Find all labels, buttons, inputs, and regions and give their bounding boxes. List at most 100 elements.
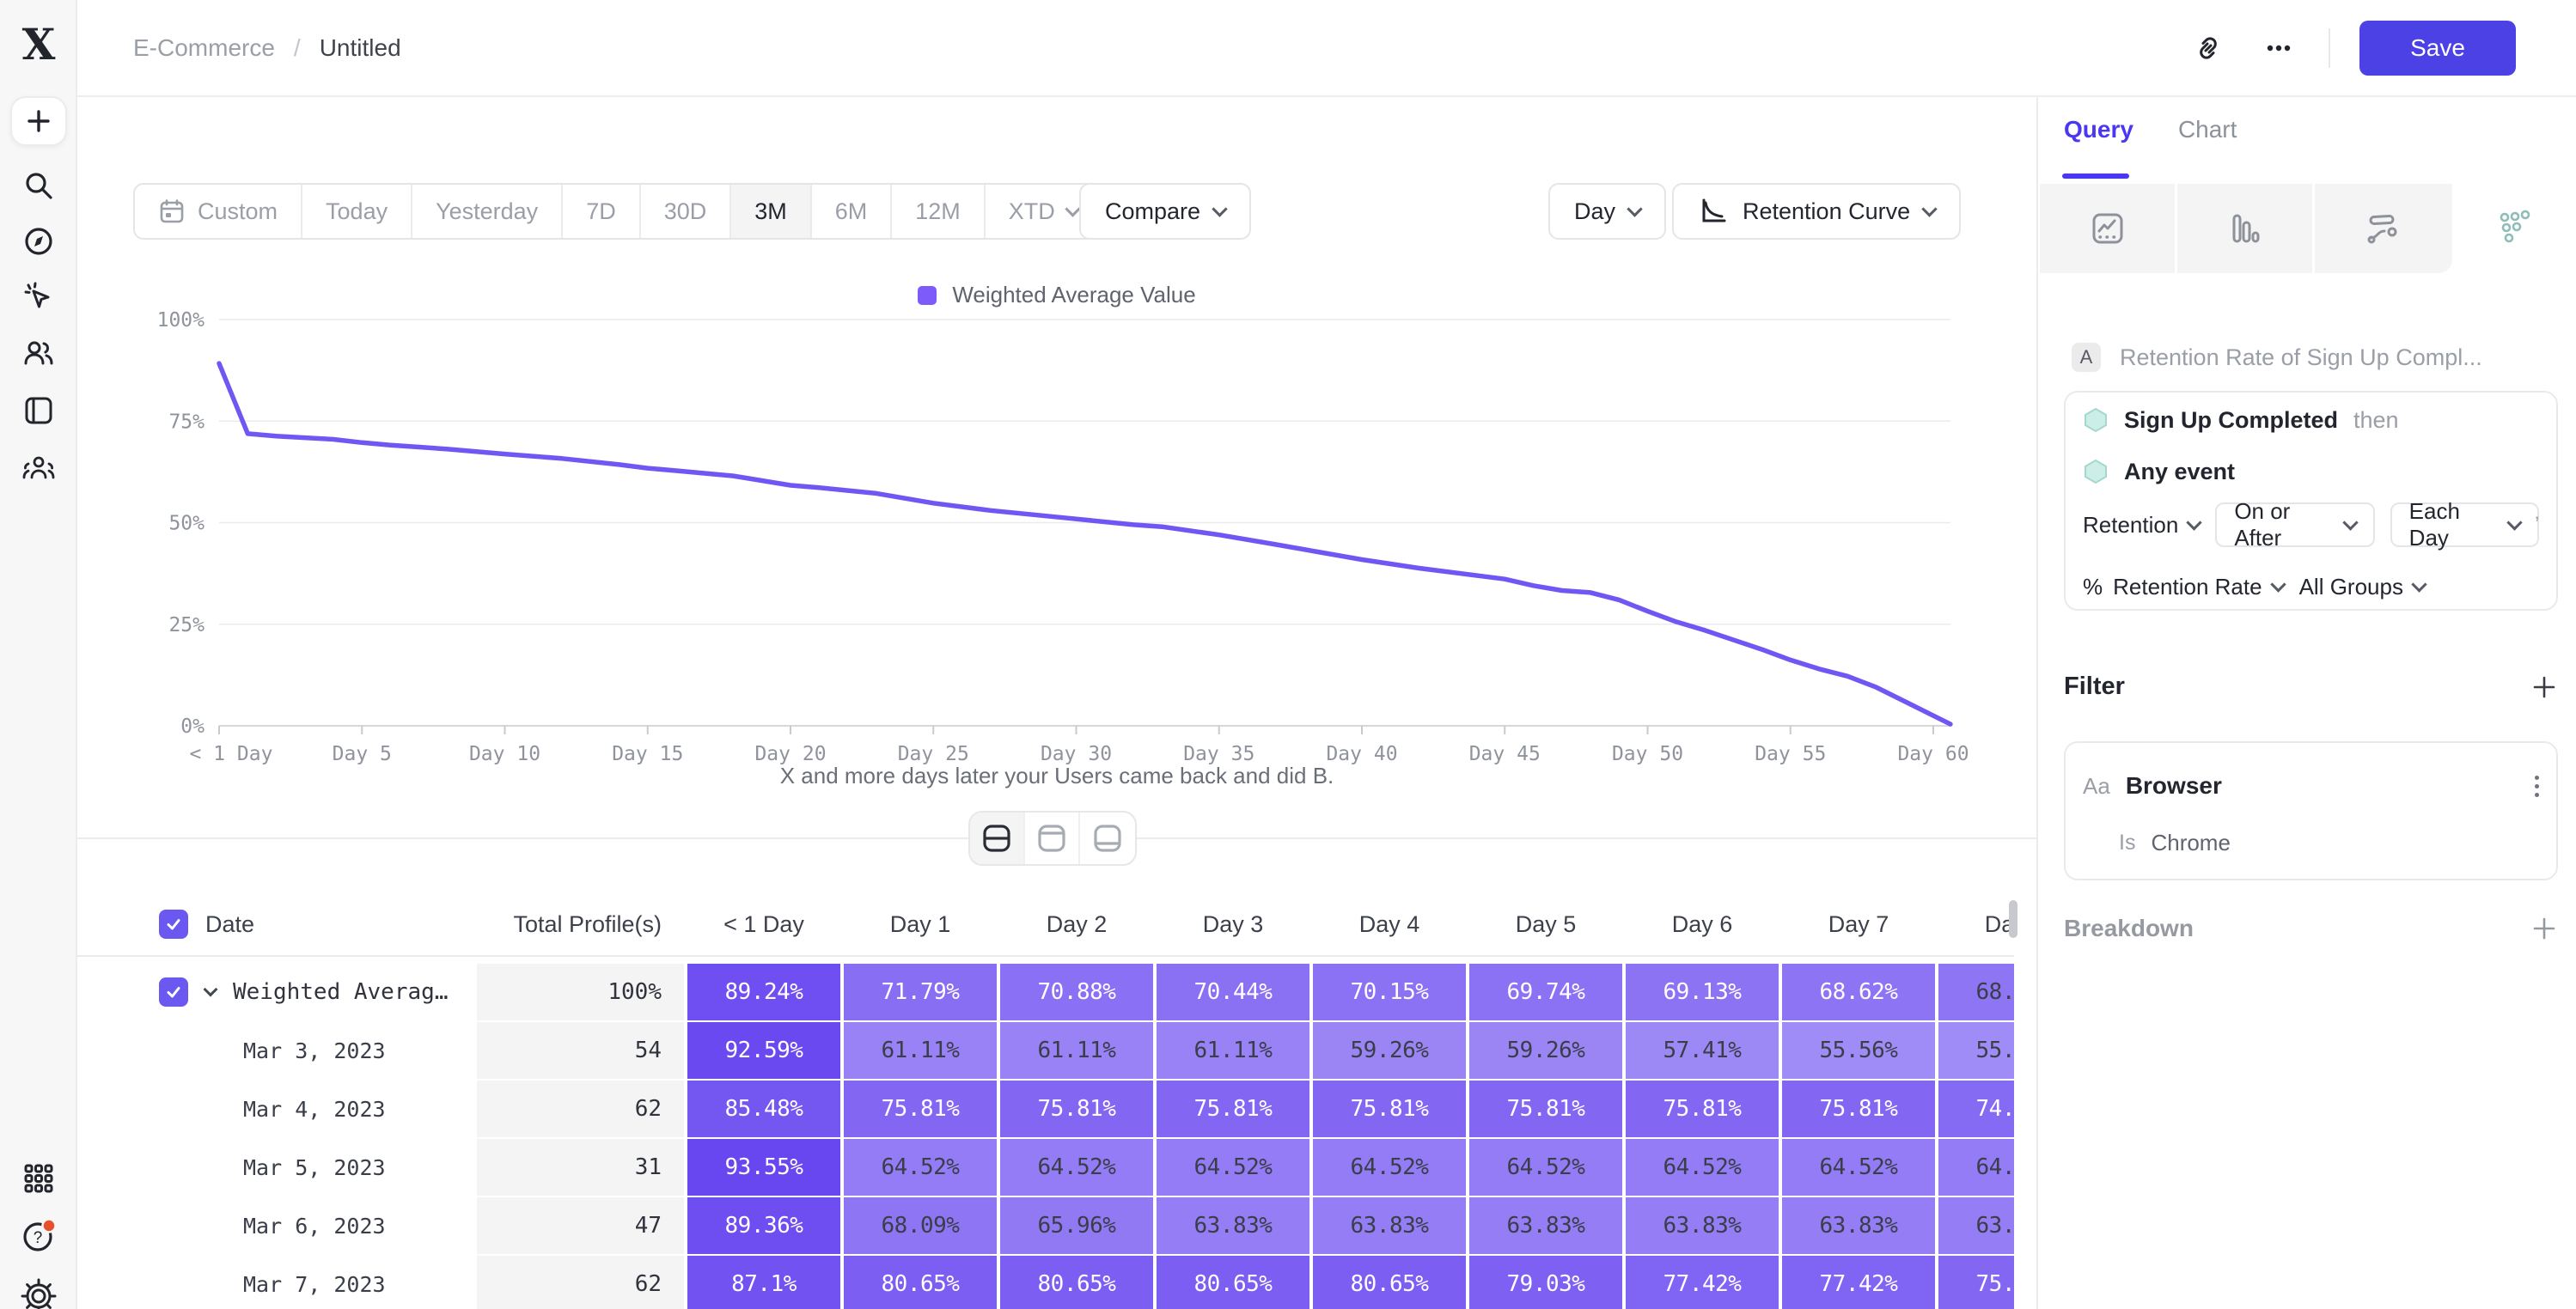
cohorts-group-icon[interactable] [0,450,77,488]
retention-value-cell[interactable]: 64.52% [1938,1139,2014,1196]
retention-value-cell[interactable]: 64.52% [1626,1139,1779,1196]
expand-chevron-icon[interactable] [204,983,218,997]
all-groups-dropdown[interactable]: All Groups [2299,574,2425,600]
table-row[interactable]: Mar 5, 20233193.55%64.52%64.52%64.52%64.… [77,1139,2014,1196]
retention-value-cell[interactable]: 80.65% [1000,1256,1153,1309]
help-icon[interactable]: ? [0,1215,77,1257]
row-checkbox[interactable] [159,977,188,1007]
retention-value-cell[interactable]: 75.81% [844,1081,997,1137]
table-row[interactable]: Mar 7, 20236287.1%80.65%80.65%80.65%80.6… [77,1256,2014,1309]
retention-value-cell[interactable]: 75.81% [1782,1081,1935,1137]
breadcrumb-page-title[interactable]: Untitled [320,34,401,62]
measure-dropdown[interactable]: % Retention Rate [2083,574,2284,600]
retention-value-cell[interactable]: 59.26% [1469,1022,1622,1079]
retention-value-cell[interactable]: 77.42% [1626,1256,1779,1309]
table-row[interactable]: Mar 4, 20236285.48%75.81%75.81%75.81%75.… [77,1081,2014,1137]
query-title[interactable]: Retention Rate of Sign Up Compl... [2120,344,2482,371]
retention-value-cell[interactable]: 77.42% [1782,1256,1935,1309]
retention-value-cell[interactable]: 63.83% [1313,1197,1466,1254]
retention-value-cell[interactable]: 64.52% [1157,1139,1309,1196]
filter-kebab-menu[interactable] [2535,776,2539,797]
retention-value-cell[interactable]: 75.81% [1313,1081,1466,1137]
table-only-view-button[interactable] [1080,813,1135,864]
explore-compass-icon[interactable] [0,222,77,260]
retention-value-cell[interactable]: 93.55% [687,1139,840,1196]
retention-value-cell[interactable]: 79.03% [1469,1256,1622,1309]
retention-dots-tab[interactable] [2452,184,2576,273]
retention-value-cell[interactable]: 75.81% [1626,1081,1779,1137]
retention-value-cell[interactable]: 68.09% [844,1197,997,1254]
event-2-name[interactable]: Any event [2124,459,2235,485]
users-icon[interactable] [0,335,77,373]
retention-value-cell[interactable]: 89.24% [687,964,840,1020]
insights-chart-tab[interactable] [2040,184,2177,273]
retention-value-cell[interactable]: 64.52% [844,1139,997,1196]
retention-value-cell[interactable]: 89.36% [687,1197,840,1254]
table-row[interactable]: Mar 6, 20234789.36%68.09%65.96%63.83%63.… [77,1197,2014,1254]
settings-gear-icon[interactable] [0,1276,77,1309]
retention-value-cell[interactable]: 64.52% [1782,1139,1935,1196]
search-icon[interactable] [0,167,77,204]
retention-value-cell[interactable]: 80.65% [1157,1256,1309,1309]
retention-value-cell[interactable]: 63.83% [1469,1197,1622,1254]
events-cursor-icon[interactable] [0,278,77,316]
add-filter-button[interactable] [2530,673,2558,701]
add-breakdown-button[interactable] [2530,915,2558,942]
retention-value-cell[interactable]: 65.96% [1000,1197,1153,1254]
retention-value-cell[interactable]: 63.83% [1938,1197,2014,1254]
table-row[interactable]: Weighted Average ...100%89.24%71.79%70.8… [77,964,2014,1020]
retention-value-cell[interactable]: 75.81% [1469,1081,1622,1137]
notebook-icon[interactable] [0,392,77,429]
table-scrollbar[interactable] [2009,900,2017,938]
retention-value-cell[interactable]: 75.81% [1000,1081,1153,1137]
filter-operator[interactable]: Is [2119,831,2135,855]
retention-value-cell[interactable]: 69.13% [1626,964,1779,1020]
retention-value-cell[interactable]: 55.56% [1782,1022,1935,1079]
chart-only-view-button[interactable] [1025,813,1080,864]
retention-value-cell[interactable]: 85.48% [687,1081,840,1137]
retention-value-cell[interactable]: 64.52% [1313,1139,1466,1196]
retention-mode-dropdown[interactable]: Retention [2083,512,2200,539]
split-view-button[interactable] [970,813,1025,864]
retention-value-cell[interactable]: 64.52% [1469,1139,1622,1196]
retention-value-cell[interactable]: 63.83% [1626,1197,1779,1254]
flow-sankey-tab[interactable] [2315,184,2452,273]
retention-value-cell[interactable]: 57.41% [1626,1022,1779,1079]
retention-value-cell[interactable]: 71.79% [844,964,997,1020]
retention-value-cell[interactable]: 75.81% [1157,1081,1309,1137]
funnel-bars-tab[interactable] [2177,184,2315,273]
tab-chart[interactable]: Chart [2178,116,2237,164]
on-or-after-dropdown[interactable]: On or After [2215,502,2374,547]
retention-value-cell[interactable]: 87.1% [687,1256,840,1309]
tab-query[interactable]: Query [2064,116,2133,164]
retention-value-cell[interactable]: 70.88% [1000,964,1153,1020]
retention-value-cell[interactable]: 61.11% [1000,1022,1153,1079]
create-new-button[interactable] [10,96,67,146]
filter-property-name[interactable]: Browser [2126,772,2222,800]
retention-value-cell[interactable]: 63.83% [1157,1197,1309,1254]
filter-value[interactable]: Chrome [2151,830,2230,856]
event-1-name[interactable]: Sign Up Completed [2124,407,2338,434]
retention-value-cell[interactable]: 61.11% [1157,1022,1309,1079]
retention-value-cell[interactable]: 61.11% [844,1022,997,1079]
save-button[interactable]: Save [2359,21,2516,76]
retention-value-cell[interactable]: 63.83% [1782,1197,1935,1254]
retention-value-cell[interactable]: 68.11% [1938,964,2014,1020]
copy-link-button[interactable] [2188,27,2229,69]
retention-value-cell[interactable]: 70.15% [1313,964,1466,1020]
breadcrumb-section[interactable]: E-Commerce [133,34,275,62]
retention-value-cell[interactable]: 59.26% [1313,1022,1466,1079]
retention-value-cell[interactable]: 75.81% [1938,1256,2014,1309]
retention-value-cell[interactable]: 69.74% [1469,964,1622,1020]
apps-grid-icon[interactable] [0,1160,77,1197]
retention-value-cell[interactable]: 92.59% [687,1022,840,1079]
row-checkbox[interactable] [159,910,188,939]
more-options-button[interactable] [2258,27,2299,69]
retention-value-cell[interactable]: 64.52% [1000,1139,1153,1196]
retention-value-cell[interactable]: 80.65% [844,1256,997,1309]
retention-value-cell[interactable]: 70.44% [1157,964,1309,1020]
retention-value-cell[interactable]: 55.56% [1938,1022,2014,1079]
each-day-dropdown[interactable]: Each Day [2390,502,2539,547]
table-row[interactable]: Mar 3, 20235492.59%61.11%61.11%61.11%59.… [77,1022,2014,1079]
retention-value-cell[interactable]: 80.65% [1313,1256,1466,1309]
